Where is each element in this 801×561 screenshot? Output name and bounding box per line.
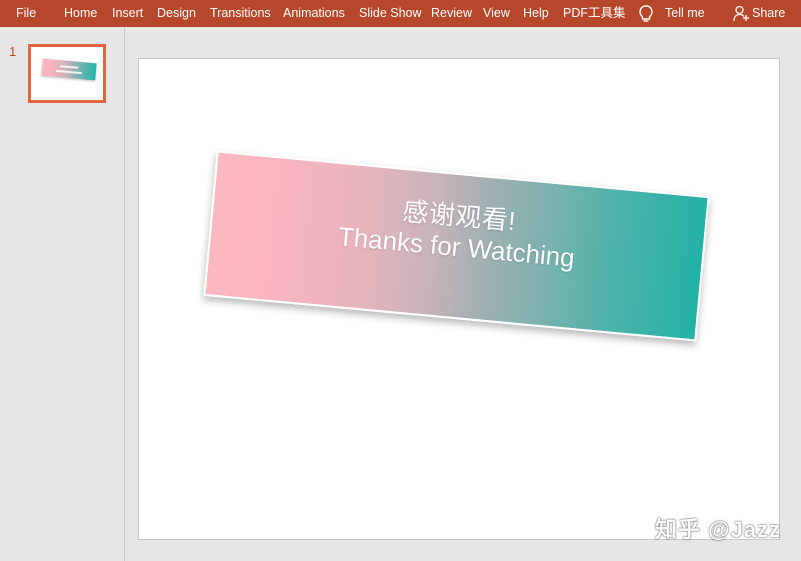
tab-transitions[interactable]: Transitions — [210, 0, 271, 27]
tab-slide-show[interactable]: Slide Show — [359, 0, 422, 27]
tab-insert[interactable]: Insert — [112, 0, 143, 27]
thumbnail-text-line — [55, 69, 82, 75]
tab-review[interactable]: Review — [431, 0, 472, 27]
thank-you-card[interactable]: 感谢观看! Thanks for Watching — [203, 150, 710, 342]
slide-canvas[interactable]: 感谢观看! Thanks for Watching — [138, 58, 780, 540]
thumbnail-text-line — [60, 65, 79, 69]
tab-pdf-tools[interactable]: PDF工具集 — [563, 0, 626, 27]
slide-thumbnail[interactable] — [28, 44, 106, 103]
tab-design[interactable]: Design — [157, 0, 196, 27]
tab-animations[interactable]: Animations — [283, 0, 345, 27]
slide-number: 1 — [9, 44, 17, 59]
tab-home[interactable]: Home — [64, 0, 97, 27]
tab-file[interactable]: File — [16, 0, 36, 27]
person-icon[interactable] — [733, 5, 749, 22]
share-button[interactable]: Share — [752, 0, 785, 27]
lightbulb-icon[interactable] — [637, 4, 655, 24]
watermark: 知乎 @Jazz — [655, 517, 782, 542]
thumbnail-pane: 1 — [0, 27, 125, 561]
tab-help[interactable]: Help — [523, 0, 549, 27]
tell-me-search[interactable]: Tell me — [665, 0, 705, 27]
tab-view[interactable]: View — [483, 0, 510, 27]
ribbon-tab-bar: File Home Insert Design Transitions Anim… — [0, 0, 801, 27]
thumbnail-card-preview — [41, 58, 97, 81]
